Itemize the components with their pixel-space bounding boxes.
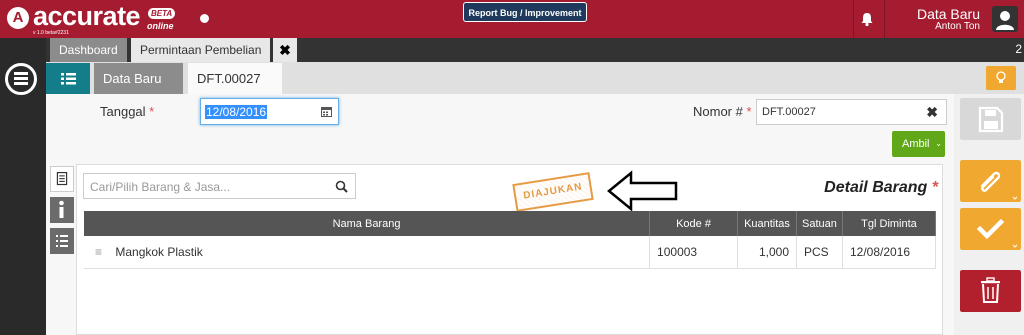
version-label: v 1.0 beta#2231 [33, 30, 69, 36]
ambil-button[interactable]: Ambil ⌄ [892, 131, 945, 157]
column-header[interactable]: Kode # [649, 211, 739, 236]
check-icon[interactable] [960, 208, 1021, 250]
trash-icon[interactable] [960, 270, 1021, 312]
list-icon[interactable] [46, 63, 90, 94]
column-header[interactable]: Nama Barang [84, 211, 651, 236]
hamburger-menu-icon[interactable] [5, 63, 37, 95]
user-subname: Anton Ton [935, 21, 980, 32]
calendar-icon[interactable] [321, 106, 332, 117]
label-text: Tanggal [100, 104, 146, 119]
nomor-label: Nomor # * [693, 104, 752, 119]
tab-dashboard[interactable]: Dashboard [50, 38, 127, 62]
report-bug-button[interactable]: Report Bug / Improvement [463, 2, 587, 22]
table-row[interactable]: ≡ Mangkok Plastik 100003 1,000 PCS 12/08… [84, 236, 937, 269]
detail-barang-title: Detail Barang * [824, 179, 938, 197]
detail-table: Nama Barang Kode # Kuantitas Satuan Tgl … [84, 211, 937, 269]
search-barang-input[interactable]: Cari/Pilih Barang & Jasa... [83, 173, 356, 199]
required-mark: * [746, 104, 752, 119]
column-header[interactable]: Tgl Diminta [842, 211, 937, 236]
required-mark: * [931, 179, 938, 196]
nomor-field[interactable]: DFT.00027 ✖ [756, 99, 947, 125]
app-logo-text[interactable]: accurate [33, 1, 141, 31]
accurate-logo-icon[interactable]: A [7, 7, 29, 29]
chevron-down-icon: ⌄ [935, 139, 942, 148]
tab-data-baru[interactable]: Data Baru ✖ [94, 63, 183, 117]
save-icon[interactable] [960, 98, 1021, 140]
search-placeholder: Cari/Pilih Barang & Jasa... [90, 180, 231, 194]
info-icon[interactable] [50, 197, 74, 223]
drag-handle-icon[interactable]: ≡ [95, 245, 102, 259]
checklist-icon[interactable] [50, 228, 74, 254]
lightbulb-icon[interactable] [986, 66, 1016, 90]
column-header[interactable]: Satuan [796, 211, 843, 236]
button-label: Ambil [902, 138, 930, 150]
online-label: online [147, 21, 174, 31]
kuantitas-cell[interactable]: 1,000 [737, 236, 797, 269]
title-text: Detail Barang [824, 179, 928, 196]
required-mark: * [149, 104, 155, 119]
tanggal-date-field[interactable]: 12/08/2016 [200, 98, 339, 125]
kode-cell[interactable]: 100003 [649, 236, 739, 269]
paperclip-icon[interactable] [960, 160, 1021, 202]
nama-barang-cell[interactable]: ≡ Mangkok Plastik [84, 236, 651, 269]
tanggal-label: Tanggal * [100, 104, 154, 119]
tab-permintaan-pembelian[interactable]: Permintaan Pembelian [131, 38, 271, 62]
document-icon[interactable] [50, 166, 74, 192]
clear-icon[interactable]: ✖ [926, 104, 938, 121]
search-icon[interactable] [335, 180, 348, 193]
tab-dft-00027[interactable]: DFT.00027 ✖ [188, 63, 282, 117]
user-avatar-icon[interactable] [992, 6, 1018, 32]
status-dot-icon [200, 14, 209, 23]
label-text: Nomor # [693, 104, 743, 119]
beta-badge: BETA [148, 8, 176, 19]
nomor-value: DFT.00027 [762, 106, 816, 118]
table-header: Nama Barang Kode # Kuantitas Satuan Tgl … [84, 211, 937, 236]
close-tab-icon[interactable]: ✖ [273, 38, 297, 62]
date-value: 12/08/2016 [205, 105, 268, 119]
satuan-cell[interactable]: PCS [796, 236, 843, 269]
top-bar: A accurate BETA online v 1.0 beta#2231 R… [0, 0, 1024, 38]
tgl-diminta-cell[interactable]: 12/08/2016 [842, 236, 937, 269]
column-header[interactable]: Kuantitas [737, 211, 797, 236]
arrow-left-icon [607, 170, 678, 212]
divider [853, 0, 854, 38]
nama-barang-value: Mangkok Plastik [115, 244, 203, 259]
tab-label: DFT.00027 [197, 71, 261, 86]
tab-label: Data Baru [103, 71, 162, 86]
user-name[interactable]: Data Baru [917, 6, 980, 22]
bell-icon[interactable] [858, 10, 876, 28]
divider [884, 0, 885, 38]
tab-count: 2 [1015, 42, 1022, 56]
